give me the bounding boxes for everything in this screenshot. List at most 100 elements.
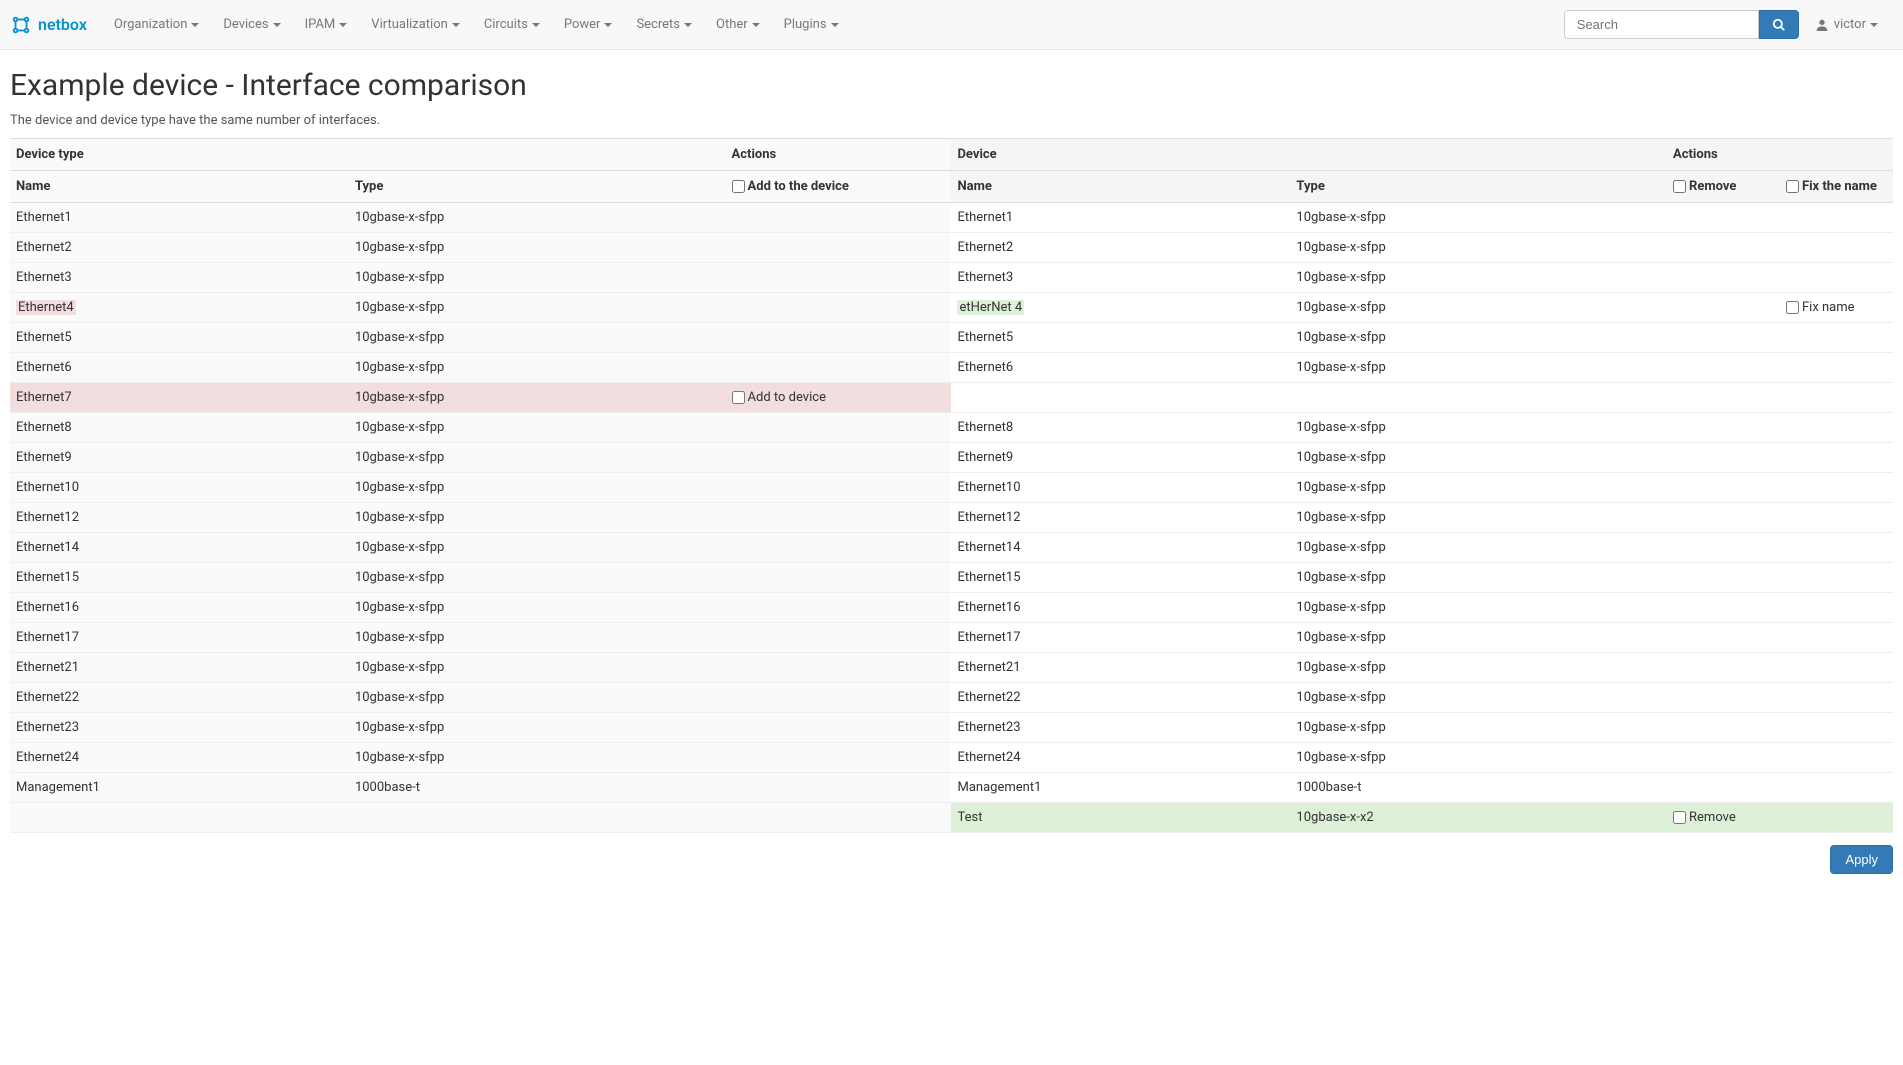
nav-item-other[interactable]: Other (704, 3, 772, 46)
nav-item-circuits[interactable]: Circuits (472, 3, 552, 46)
cell-fix-name (1780, 743, 1893, 773)
table-row: Test10gbase-x-x2Remove (10, 803, 1893, 833)
cell-remove (1667, 203, 1780, 233)
user-name: victor (1834, 17, 1866, 32)
cell-remove (1667, 233, 1780, 263)
cell-left-action (726, 803, 952, 833)
cell-left-name: Ethernet21 (10, 653, 349, 683)
cell-left-name: Ethernet12 (10, 503, 349, 533)
main-content: Example device - Interface comparison Th… (0, 50, 1903, 884)
cell-left-action (726, 413, 952, 443)
cell-remove (1667, 473, 1780, 503)
cell-right-name: etHerNet 4 (951, 293, 1290, 323)
nav-item-label: IPAM (305, 17, 336, 32)
nav-item-power[interactable]: Power (552, 3, 625, 46)
cell-right-type: 10gbase-x-sfpp (1290, 563, 1667, 593)
cell-fix-name (1780, 563, 1893, 593)
cell-remove (1667, 503, 1780, 533)
name-mismatch-left: Ethernet4 (16, 300, 76, 315)
cell-fix-name (1780, 323, 1893, 353)
cell-right-name: Ethernet14 (951, 533, 1290, 563)
add-to-device-checkbox[interactable] (732, 391, 745, 404)
chevron-down-icon (532, 23, 540, 27)
cell-left-name: Ethernet9 (10, 443, 349, 473)
cell-left-action (726, 443, 952, 473)
cell-remove (1667, 713, 1780, 743)
cell-left-type: 10gbase-x-sfpp (349, 593, 726, 623)
cell-left-name: Ethernet2 (10, 233, 349, 263)
header-name-left: Name (10, 171, 349, 203)
cell-left-type: 10gbase-x-sfpp (349, 293, 726, 323)
nav-item-label: Devices (223, 17, 268, 32)
user-menu[interactable]: victor (1799, 17, 1893, 33)
cell-left-action (726, 653, 952, 683)
cell-right-type: 10gbase-x-sfpp (1290, 683, 1667, 713)
cell-left-action (726, 323, 952, 353)
brand-icon (10, 14, 32, 36)
cell-fix-name (1780, 263, 1893, 293)
header-fix-name: Fix the name (1780, 171, 1893, 203)
table-row: Ethernet310gbase-x-sfppEthernet310gbase-… (10, 263, 1893, 293)
cell-left-name: Ethernet3 (10, 263, 349, 293)
cell-left-type: 10gbase-x-sfpp (349, 323, 726, 353)
cell-fix-name: Fix name (1780, 293, 1893, 323)
nav-item-label: Organization (114, 17, 187, 32)
table-row: Ethernet1710gbase-x-sfppEthernet1710gbas… (10, 623, 1893, 653)
chevron-down-icon (1870, 23, 1878, 27)
nav-item-secrets[interactable]: Secrets (624, 3, 704, 46)
cell-left-name: Management1 (10, 773, 349, 803)
chevron-down-icon (339, 23, 347, 27)
cell-remove (1667, 383, 1780, 413)
brand-link[interactable]: netbox (10, 14, 87, 36)
cell-left-action: Add to device (726, 383, 952, 413)
nav-item-devices[interactable]: Devices (211, 3, 292, 46)
cell-fix-name (1780, 683, 1893, 713)
nav-item-ipam[interactable]: IPAM (293, 3, 360, 46)
cell-left-name: Ethernet17 (10, 623, 349, 653)
remove-all-checkbox[interactable] (1673, 180, 1686, 193)
cell-left-type: 10gbase-x-sfpp (349, 383, 726, 413)
header-name-right: Name (951, 171, 1290, 203)
cell-left-action (726, 773, 952, 803)
fix-name-checkbox[interactable] (1786, 301, 1799, 314)
cell-remove (1667, 533, 1780, 563)
cell-remove (1667, 743, 1780, 773)
apply-button[interactable]: Apply (1830, 845, 1893, 874)
cell-left-action (726, 743, 952, 773)
cell-left-type: 1000base-t (349, 773, 726, 803)
cell-right-type: 10gbase-x-sfpp (1290, 503, 1667, 533)
cell-right-type: 10gbase-x-sfpp (1290, 413, 1667, 443)
add-to-device-label: Add to device (748, 390, 826, 405)
table-row: Ethernet2410gbase-x-sfppEthernet2410gbas… (10, 743, 1893, 773)
remove-checkbox[interactable] (1673, 811, 1686, 824)
cell-left-type: 10gbase-x-sfpp (349, 413, 726, 443)
nav-item-virtualization[interactable]: Virtualization (359, 3, 472, 46)
nav-item-organization[interactable]: Organization (102, 3, 211, 46)
cell-right-type: 1000base-t (1290, 773, 1667, 803)
chevron-down-icon (604, 23, 612, 27)
cell-left-type: 10gbase-x-sfpp (349, 743, 726, 773)
cell-right-name: Ethernet17 (951, 623, 1290, 653)
header-type-left: Type (349, 171, 726, 203)
cell-remove: Remove (1667, 803, 1780, 833)
cell-right-type (1290, 383, 1667, 413)
header-add-to-device: Add to the device (726, 171, 952, 203)
cell-fix-name (1780, 713, 1893, 743)
nav-item-label: Plugins (784, 17, 827, 32)
table-row: Ethernet1510gbase-x-sfppEthernet1510gbas… (10, 563, 1893, 593)
cell-left-name (10, 803, 349, 833)
fix-all-checkbox[interactable] (1786, 180, 1799, 193)
cell-right-type: 10gbase-x-sfpp (1290, 203, 1667, 233)
cell-left-name: Ethernet7 (10, 383, 349, 413)
cell-right-type: 10gbase-x-sfpp (1290, 623, 1667, 653)
search-button[interactable] (1759, 10, 1799, 39)
nav-item-plugins[interactable]: Plugins (772, 3, 851, 46)
header-remove: Remove (1667, 171, 1780, 203)
cell-left-name: Ethernet6 (10, 353, 349, 383)
cell-right-name: Ethernet23 (951, 713, 1290, 743)
cell-remove (1667, 773, 1780, 803)
cell-left-action (726, 203, 952, 233)
cell-fix-name (1780, 443, 1893, 473)
add-all-checkbox[interactable] (732, 180, 745, 193)
search-input[interactable] (1564, 10, 1759, 39)
